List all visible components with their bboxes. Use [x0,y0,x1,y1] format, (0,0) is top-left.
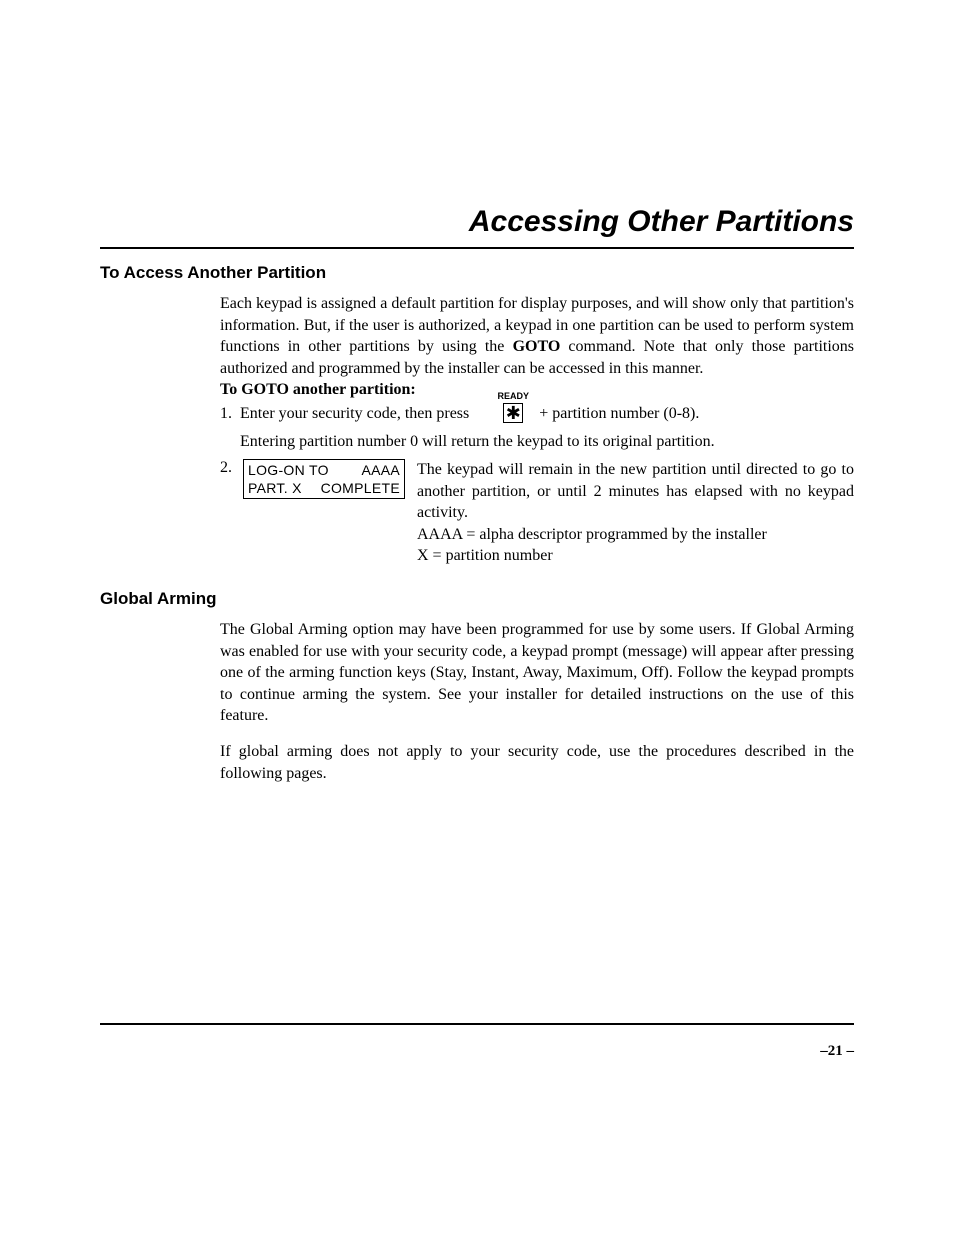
step-1-text: Enter your security code, then press [240,405,469,423]
step-2-description: The keypad will remain in the new partit… [417,459,854,567]
display-line2-right: COMPLETE [321,479,400,497]
section-heading-access: To Access Another Partition [100,263,854,283]
star-key-icon: ✱ [503,403,523,423]
display-line2-left: PART. X [248,479,302,497]
step-1: 1. Enter your security code, then press … [220,403,854,423]
keypad-display: LOG-ON TO AAAA PART. X COMPLETE [243,459,405,499]
step-2-para1: The keypad will remain in the new partit… [417,459,854,524]
title-rule [100,247,854,249]
page-number: –21 – [820,1043,854,1060]
ready-key-block: READY ✱ [503,403,523,423]
step-2-para3: X = partition number [417,545,854,567]
global-para-2: If global arming does not apply to your … [220,741,854,784]
global-para-1: The Global Arming option may have been p… [220,619,854,727]
step-2: 2. LOG-ON TO AAAA PART. X COMPLETE The k… [220,459,854,567]
ready-label: READY [498,391,530,401]
step-2-para2: AAAA = alpha descriptor programmed by th… [417,524,854,546]
page-title: Accessing Other Partitions [100,205,854,239]
bottom-rule [100,1023,854,1025]
step-1-note: Entering partition number 0 will return … [240,431,854,453]
display-line1-right: AAAA [361,461,400,479]
step-number-2: 2. [220,459,240,477]
goto-subheading: To GOTO another partition: [220,381,854,399]
section-heading-global: Global Arming [100,589,854,609]
display-line1-left: LOG-ON TO [248,461,329,479]
step-number-1: 1. [220,405,240,423]
step-1-after-key: + partition number (0-8). [539,405,699,423]
intro-paragraph: Each keypad is assigned a default partit… [220,293,854,379]
